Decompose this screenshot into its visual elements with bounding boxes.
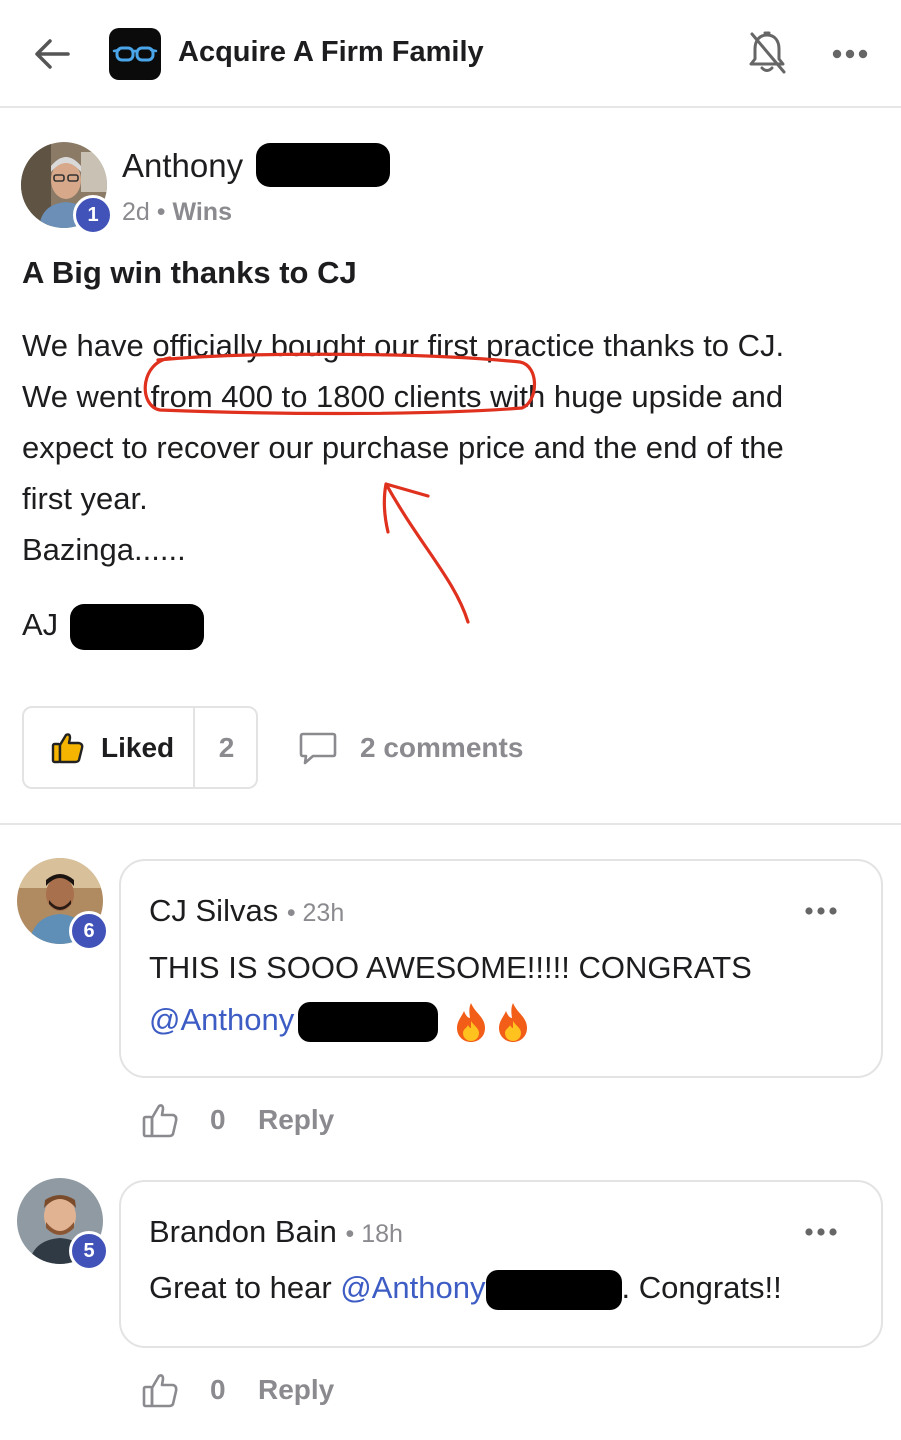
post-title: A Big win thanks to CJ — [22, 255, 357, 290]
section-divider — [0, 823, 901, 825]
comment-time: 23h — [302, 899, 345, 927]
notifications-button[interactable] — [746, 30, 788, 76]
post-age: 2d — [122, 198, 150, 226]
comment-bubble-icon — [299, 732, 337, 765]
fire-emoji-icon — [456, 1003, 485, 1042]
more-horizontal-icon — [832, 49, 868, 59]
post-meta: 2d • Wins — [122, 198, 232, 227]
reply-button[interactable]: Reply — [258, 1104, 334, 1136]
author-name[interactable]: Anthony — [122, 147, 243, 185]
fire-emoji-icon — [498, 1003, 527, 1042]
thumbs-up-icon — [51, 733, 84, 764]
comment-text: Great to hear @Anthony . Congrats!! — [149, 1270, 782, 1310]
comment-text-before: Great to hear — [149, 1270, 341, 1306]
level-badge: 6 — [69, 911, 109, 951]
mention-link[interactable]: @Anthony — [149, 1002, 294, 1037]
post-body-line: We have officially bought our first prac… — [22, 328, 785, 363]
comment-text-line2: @Anthony — [149, 1001, 531, 1043]
comment-bubble: Brandon Bain • 18h Great to hear @Anthon… — [119, 1180, 883, 1348]
more-horizontal-icon — [805, 907, 837, 915]
post-signature: AJ — [22, 607, 59, 642]
commenter-name[interactable]: Brandon Bain — [149, 1214, 337, 1249]
post-body: We have officially bought our first prac… — [22, 320, 882, 575]
liked-label: Liked — [101, 732, 175, 763]
comment-like-count: 0 — [210, 1374, 226, 1405]
comments-count: 2 comments — [360, 732, 524, 763]
reply-button[interactable]: Reply — [258, 1374, 334, 1406]
more-horizontal-icon — [805, 1228, 837, 1236]
redaction-mark — [298, 1002, 439, 1042]
comment-text: THIS IS SOOO AWESOME!!!!! CONGRATS — [149, 950, 752, 985]
back-button[interactable] — [30, 32, 74, 76]
more-options-button[interactable] — [826, 40, 874, 68]
comment-actions: 0 Reply — [140, 1370, 360, 1414]
thumbs-up-outline-icon[interactable] — [140, 1100, 180, 1140]
comment-actions: 0 Reply — [140, 1100, 360, 1144]
top-bar: Acquire A Firm Family — [0, 0, 901, 108]
comment-header: Brandon Bain • 18h — [149, 1214, 403, 1249]
comment-more-button[interactable] — [801, 903, 841, 919]
group-logo[interactable] — [109, 28, 161, 80]
meta-separator: • — [156, 198, 166, 226]
level-badge: 1 — [73, 195, 113, 235]
like-control: Liked 2 — [22, 706, 258, 789]
bell-off-icon — [749, 31, 786, 74]
comment-text-after: . Congrats!! — [621, 1270, 782, 1306]
redaction-mark — [485, 1270, 622, 1310]
post-body-line: Bazinga...... — [22, 532, 186, 567]
comment-like-count: 0 — [210, 1104, 226, 1135]
post-body-line: expect to recover our purchase price and… — [22, 430, 784, 465]
comments-button[interactable]: 2 comments — [296, 728, 536, 768]
thumbs-up-outline-icon[interactable] — [140, 1370, 180, 1410]
glasses-icon — [112, 46, 158, 62]
post-body-line: We went from 400 to 1800 clients with hu… — [22, 379, 784, 414]
comment-header: CJ Silvas • 23h — [149, 893, 345, 928]
mention-link[interactable]: @Anthony — [340, 1270, 485, 1305]
redaction-mark — [70, 604, 204, 650]
comment-time: 18h — [361, 1220, 403, 1248]
comment-more-button[interactable] — [801, 1224, 841, 1240]
post-category[interactable]: Wins — [172, 198, 232, 226]
like-button[interactable]: Liked — [24, 708, 193, 787]
comment-bubble: CJ Silvas • 23h THIS IS SOOO AWESOME!!!!… — [119, 859, 883, 1078]
commenter-name[interactable]: CJ Silvas — [149, 893, 278, 928]
like-count[interactable]: 2 — [195, 732, 258, 764]
group-title[interactable]: Acquire A Firm Family — [178, 36, 484, 69]
redaction-mark — [256, 143, 390, 187]
post-body-line: first year. — [22, 481, 148, 516]
level-badge: 5 — [69, 1231, 109, 1271]
back-arrow-icon — [35, 39, 70, 69]
